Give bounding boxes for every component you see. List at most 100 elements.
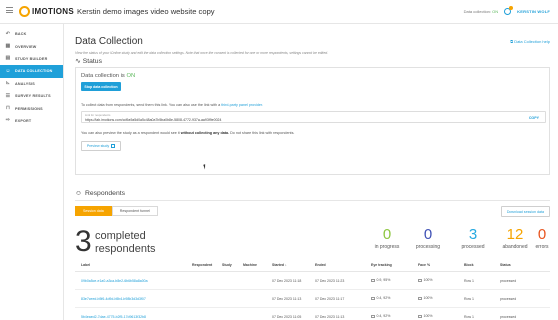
column-header[interactable]: Started ↓ bbox=[272, 263, 315, 267]
table-row[interactable]: 83e7ceed-b5f6-4d9d-b5b4-b98b3d3d3f07 07 … bbox=[75, 290, 550, 308]
face-chip: 100% bbox=[418, 296, 432, 300]
table-row[interactable]: 5b4eaed2-7dae-4775-b2f5-17d9613f32b8 07 … bbox=[75, 308, 550, 320]
download-session-data-button[interactable]: Download session data bbox=[500, 206, 550, 217]
pulse-icon: ∿ bbox=[75, 58, 81, 65]
sidebar-item-back[interactable]: ↶ BACK bbox=[0, 28, 63, 40]
row-cell: 07 Dec 2023 11:17 bbox=[315, 296, 345, 301]
brand-logo[interactable]: IMOTIONS bbox=[19, 5, 74, 17]
link-caption: Link for respondents bbox=[85, 113, 111, 117]
row-cell: 07 Dec 2023 11:13 bbox=[315, 314, 345, 319]
sidebar-item-export[interactable]: ⇨ EXPORT bbox=[0, 115, 63, 127]
sidebar-item-label: BACK bbox=[15, 32, 27, 37]
notification-icon[interactable] bbox=[504, 6, 514, 15]
row-cell: 07 Dec 2023 11:18 bbox=[272, 278, 302, 283]
page-description: View the status of your iOnline study an… bbox=[75, 51, 329, 55]
sidebar-item-permissions[interactable]: ⊓ PERMISSIONS bbox=[0, 102, 63, 114]
lock-icon: ⊓ bbox=[5, 105, 11, 112]
table-header: Label Respondent Study Machine Started ↓… bbox=[75, 259, 550, 272]
menu-icon[interactable] bbox=[6, 7, 13, 14]
builder-icon: ▤ bbox=[5, 55, 11, 62]
sidebar-item-label: EXPORT bbox=[15, 118, 32, 123]
status-panel: Data collection is ON Stop data collecti… bbox=[75, 67, 550, 175]
row-cell: Row 1 bbox=[464, 314, 474, 319]
respondents-heading-label: Respondents bbox=[84, 190, 126, 197]
tab-session-data[interactable]: Session data bbox=[75, 206, 112, 216]
stat-errors: 0 errors bbox=[527, 226, 557, 251]
panel-provider-link[interactable]: third-party panel provider. bbox=[221, 103, 263, 107]
completed-label: completed respondents bbox=[95, 230, 156, 256]
column-header[interactable]: Block bbox=[464, 263, 500, 267]
brand-name: IMOTIONS bbox=[32, 6, 74, 16]
preview-study-button[interactable]: Preview study bbox=[81, 141, 121, 151]
face-icon bbox=[418, 278, 422, 282]
sidebar-item-label: SURVEY RESULTS bbox=[15, 94, 51, 99]
user-menu[interactable]: KERSTIN WOLF bbox=[517, 9, 550, 14]
row-cell: 100% bbox=[423, 314, 433, 319]
preview-text-prefix: You can also preview the study as a resp… bbox=[81, 131, 180, 135]
column-header[interactable]: Status bbox=[500, 263, 540, 267]
status-text: Data collection is bbox=[81, 73, 125, 79]
column-header[interactable]: Face % bbox=[418, 263, 464, 267]
stat-value: 0 bbox=[537, 226, 547, 243]
sidebar-item-study-builder[interactable]: ▤ STUDY BUILDER bbox=[0, 53, 63, 65]
row-cell: 0.4, 92% bbox=[376, 296, 391, 301]
sidebar-item-label: DATA COLLECTION bbox=[15, 69, 53, 74]
status-heading: ∿ Status bbox=[75, 57, 102, 65]
status-heading-label: Status bbox=[82, 58, 102, 65]
row-cell: Row 1 bbox=[464, 296, 474, 301]
copy-link-button[interactable]: COPY bbox=[529, 116, 539, 120]
row-label-link[interactable]: 83e7ceed-b5f6-4d9d-b5b4-b98b3d3d3f07 bbox=[75, 297, 192, 301]
preview-instructions: You can also preview the study as a resp… bbox=[81, 131, 294, 135]
sidebar-item-data-collection[interactable]: ☺ DATA COLLECTION bbox=[0, 65, 63, 78]
column-header[interactable]: Ended bbox=[315, 263, 371, 267]
eye-icon bbox=[371, 296, 375, 300]
help-link-label: Data Collection help bbox=[514, 39, 550, 44]
respondents-table: Label Respondent Study Machine Started ↓… bbox=[75, 259, 550, 320]
eye-tracking-chip: 0.4, 92% bbox=[371, 296, 390, 300]
table-row[interactable]: 09b0a5ce-e1a0-a3ca-b8e2-6b6b58a8a00a 07 … bbox=[75, 272, 550, 290]
header-right: Data collection: ON KERSTIN WOLF bbox=[464, 6, 550, 15]
people-icon: ☺ bbox=[5, 67, 11, 74]
row-cell: 100% bbox=[423, 278, 433, 283]
respondent-link-field[interactable]: Link for respondents https://lab.imotion… bbox=[81, 111, 546, 123]
completed-count: 3 bbox=[75, 225, 92, 258]
row-cell: processed bbox=[500, 296, 517, 301]
row-label-link[interactable]: 5b4eaed2-7dae-4775-b2f5-17d9613f32b8 bbox=[75, 315, 192, 319]
column-header[interactable]: Eye tracking bbox=[371, 263, 418, 267]
tab-respondent-funnel[interactable]: Respondent funnel bbox=[111, 206, 158, 216]
respondent-link-url[interactable]: https://lab.imotions.com/cd9a9a5d0a5c48a… bbox=[85, 118, 221, 122]
study-title: Kerstin demo images video website copy bbox=[77, 7, 215, 16]
sidebar: ↶ BACK ▦ OVERVIEW ▤ STUDY BUILDER ☺ DATA… bbox=[0, 24, 64, 320]
column-header[interactable]: Respondent bbox=[192, 263, 222, 267]
eye-icon bbox=[371, 278, 375, 282]
row-cell: 100% bbox=[423, 296, 433, 301]
column-header[interactable]: Study bbox=[222, 263, 243, 267]
logo-ring-icon bbox=[19, 5, 30, 17]
row-label-link[interactable]: 09b0a5ce-e1a0-a3ca-b8e2-6b6b58a8a00a bbox=[75, 279, 192, 283]
section-divider bbox=[75, 200, 550, 201]
sidebar-item-analysis[interactable]: ⊾ ANALYSIS bbox=[0, 78, 63, 90]
respondents-heading: ☺ Respondents bbox=[75, 190, 125, 197]
stop-data-collection-button[interactable]: Stop data collection bbox=[81, 82, 121, 91]
data-collection-indicator: Data collection: ON bbox=[464, 9, 498, 14]
row-cell: 0.9, 95% bbox=[376, 278, 391, 283]
sidebar-item-survey-results[interactable]: ☰ SURVEY RESULTS bbox=[0, 90, 63, 102]
sidebar-item-label: PERMISSIONS bbox=[15, 106, 43, 111]
stat-label: processing bbox=[415, 244, 441, 250]
face-icon bbox=[418, 296, 422, 300]
row-cell: 07 Dec 2023 11:05 bbox=[272, 314, 302, 319]
sidebar-item-label: STUDY BUILDER bbox=[15, 56, 48, 61]
eye-icon bbox=[371, 314, 375, 318]
data-collection-status: Data collection is ON bbox=[81, 73, 135, 79]
sidebar-item-overview[interactable]: ▦ OVERVIEW bbox=[0, 40, 63, 52]
list-icon: ☰ bbox=[5, 92, 11, 99]
chart-icon: ⊾ bbox=[5, 80, 11, 87]
column-header[interactable]: Machine bbox=[243, 263, 272, 267]
help-link[interactable]: ⧉ Data Collection help bbox=[510, 39, 550, 44]
column-header[interactable]: Label bbox=[75, 263, 192, 267]
sidebar-item-label: ANALYSIS bbox=[15, 81, 35, 86]
preview-text-suffix: Do not share this link with respondents. bbox=[230, 131, 295, 135]
stat-processing: 0 processing bbox=[403, 226, 453, 251]
stat-value: 0 bbox=[423, 226, 433, 243]
data-collection-state: ON bbox=[492, 9, 499, 14]
